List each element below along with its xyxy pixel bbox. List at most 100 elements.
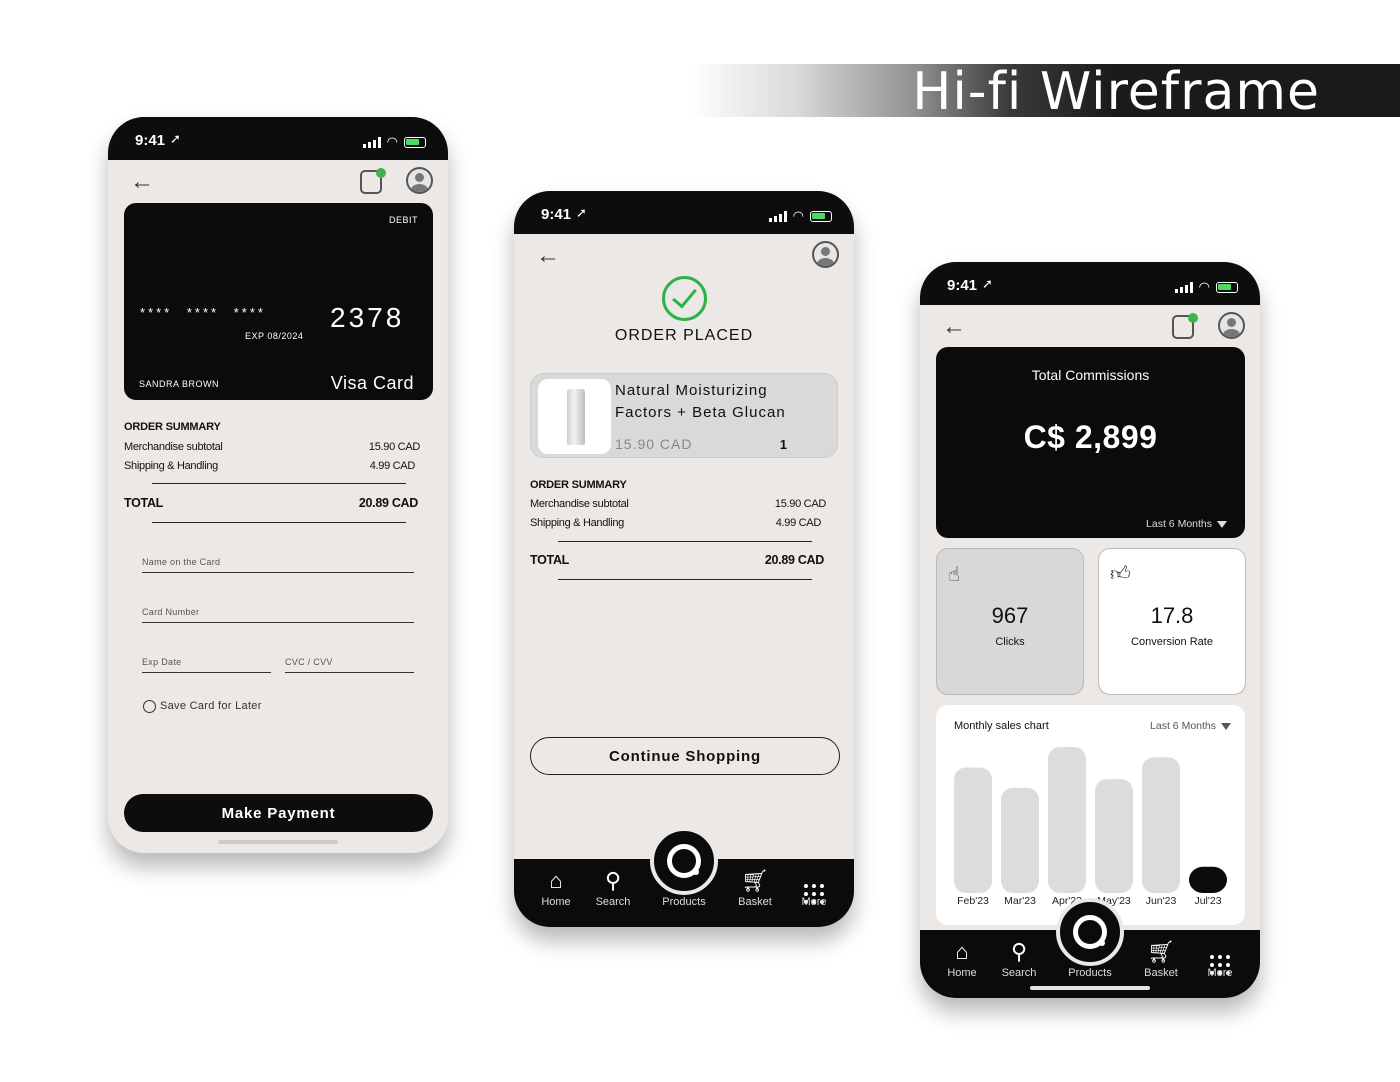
tab-more[interactable]: More	[786, 869, 842, 908]
subtotal-row: Merchandise subtotal 15.90 CAD	[124, 441, 420, 453]
card-expiry: EXP 08/2024	[245, 331, 304, 341]
name-on-card-field[interactable]: Name on the Card	[142, 551, 414, 573]
shipping-value: 4.99 CAD	[369, 460, 416, 472]
tab-home-label: Home	[947, 967, 977, 979]
tab-search[interactable]: ⚲ Search	[991, 940, 1047, 980]
profile-icon[interactable]	[406, 167, 433, 194]
products-fab-button[interactable]	[650, 827, 718, 895]
subtotal-label: Merchandise subtotal	[124, 441, 223, 453]
shipping-value: 4.99 CAD	[775, 517, 822, 529]
more-grid-icon	[1192, 940, 1248, 975]
clicks-value: 967	[991, 603, 1029, 628]
status-bar: 9:41 ➚ ◠	[920, 262, 1260, 305]
clicks-tile[interactable]: ☝ 967 Clicks	[936, 548, 1084, 695]
location-arrow-icon: ➚	[576, 205, 587, 220]
total-value: 20.89 CAD	[358, 496, 418, 510]
basket-icon: 🛒︎	[741, 868, 769, 893]
payment-screen: 9:41 ➚ ◠ ← DEBIT **** **** **** 2378 EXP…	[108, 117, 448, 853]
total-commissions-card: Total Commissions C$ 2,899 Last 6 Months	[936, 347, 1245, 538]
notification-dot	[1188, 313, 1198, 323]
divider	[558, 541, 812, 542]
monthly-sales-chart-card: Monthly sales chart Last 6 Months Feb'23…	[936, 705, 1245, 925]
card-holder: SANDRA BROWN	[139, 379, 220, 389]
home-icon: ⌂	[955, 939, 969, 964]
tab-basket[interactable]: 🛒︎ Basket	[727, 868, 783, 909]
commissions-range-dropdown[interactable]: Last 6 Months	[1146, 518, 1227, 530]
sales-bar-chart: Feb'23 Mar'23 Apr'23 May'23 Jun'23 Jul'23	[954, 747, 1227, 907]
nav-row: ←	[108, 160, 448, 202]
back-arrow-icon[interactable]: ←	[130, 168, 154, 196]
product-price: 15.90 CAD	[615, 436, 693, 452]
cvc-field[interactable]: CVC / CVV	[285, 651, 414, 673]
signal-icon	[362, 136, 381, 148]
battery-icon	[404, 136, 426, 148]
nav-row: ←	[514, 234, 854, 276]
battery-icon	[810, 210, 832, 222]
status-icons: ◠	[1174, 279, 1238, 295]
subtotal-label: Merchandise subtotal	[530, 498, 629, 510]
dashboard-screen: 9:41 ➚ ◠ ← Total Commissions C$ 2,899 La…	[920, 262, 1260, 998]
tab-search[interactable]: ⚲ Search	[585, 868, 641, 909]
card-number-field[interactable]: Card Number	[142, 601, 414, 623]
thumbs-up-icon: 👍︎	[1110, 563, 1131, 585]
pointer-hand-icon: ☝	[948, 564, 961, 586]
tab-home-label: Home	[541, 896, 571, 908]
tab-more[interactable]: More	[1192, 940, 1248, 979]
name-on-card-placeholder: Name on the Card	[142, 557, 221, 567]
subtotal-value: 15.90 CAD	[774, 498, 826, 510]
status-time: 9:41	[947, 277, 978, 294]
tab-more-label: More	[1207, 967, 1233, 979]
payment-card[interactable]: DEBIT **** **** **** 2378 EXP 08/2024 SA…	[124, 203, 433, 400]
total-row: TOTAL 20.89 CAD	[124, 496, 418, 510]
tab-products-label: Products	[662, 896, 706, 908]
profile-icon[interactable]	[1218, 312, 1245, 339]
back-arrow-icon[interactable]: ←	[942, 313, 966, 341]
tab-search-label: Search	[1001, 967, 1037, 979]
location-arrow-icon: ➚	[982, 276, 993, 291]
basket-icon: 🛒︎	[1147, 939, 1175, 964]
shipping-label: Shipping & Handling	[530, 517, 624, 529]
tab-search-label: Search	[595, 896, 631, 908]
profile-icon[interactable]	[812, 241, 839, 268]
card-masked-number: **** **** ****	[140, 305, 266, 320]
product-name: Natural Moisturizing Factors + Beta Gluc…	[615, 382, 786, 421]
commissions-value: C$ 2,899	[1023, 419, 1158, 455]
continue-shopping-button[interactable]: Continue Shopping	[530, 737, 840, 775]
tab-basket[interactable]: 🛒︎ Basket	[1133, 939, 1189, 980]
ordered-product-card[interactable]: Natural Moisturizing Factors + Beta Gluc…	[530, 373, 838, 458]
total-label: TOTAL	[124, 496, 164, 510]
divider	[152, 522, 406, 523]
search-icon: ⚲	[604, 868, 622, 893]
save-card-radio[interactable]	[143, 700, 156, 713]
card-number-placeholder: Card Number	[142, 607, 200, 617]
card-type: DEBIT	[388, 215, 418, 225]
exp-date-placeholder: Exp Date	[142, 657, 182, 667]
total-label: TOTAL	[530, 553, 570, 567]
save-card-label: Save Card for Later	[160, 700, 262, 712]
signal-icon	[1174, 281, 1193, 293]
chevron-down-icon	[1217, 520, 1227, 528]
card-brand: Visa Card	[330, 373, 414, 393]
nav-row: ←	[920, 305, 1260, 347]
clicks-label: Clicks	[995, 636, 1025, 648]
shipping-label: Shipping & Handling	[124, 460, 218, 472]
tab-basket-label: Basket	[738, 896, 772, 908]
wifi-icon: ◠	[386, 134, 398, 149]
back-arrow-icon[interactable]: ←	[536, 242, 560, 270]
status-time: 9:41	[541, 206, 572, 223]
sales-bar-Apr'23	[1048, 747, 1086, 893]
status-icons: ◠	[768, 208, 832, 224]
products-fab-button[interactable]	[1056, 898, 1124, 966]
tab-home[interactable]: ⌂ Home	[934, 939, 990, 980]
signal-icon	[768, 210, 787, 222]
x-tick-label: Jun'23	[1146, 895, 1177, 907]
tab-home[interactable]: ⌂ Home	[528, 869, 584, 909]
subtotal-row: Merchandise subtotal 15.90 CAD	[530, 498, 826, 510]
more-grid-icon	[786, 869, 842, 904]
sales-bar-Jul'23	[1189, 866, 1227, 893]
exp-date-field[interactable]: Exp Date	[142, 651, 271, 673]
make-payment-button[interactable]: Make Payment	[124, 794, 433, 832]
shipping-row: Shipping & Handling 4.99 CAD	[124, 460, 415, 472]
product-quantity: 1	[779, 437, 787, 452]
conversion-rate-tile[interactable]: 👍︎ 17.8 Conversion Rate	[1098, 548, 1246, 695]
